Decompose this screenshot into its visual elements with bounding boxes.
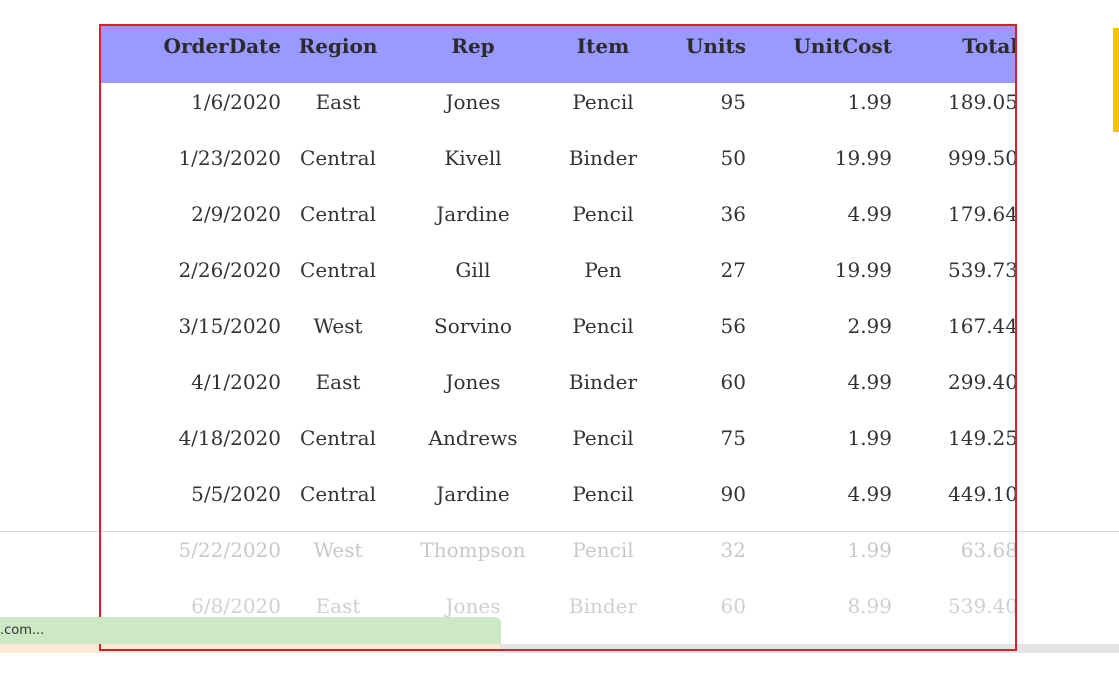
cell-total: 63.68: [960, 538, 1017, 562]
cell-unitcost: 8.99: [847, 594, 892, 618]
cell-total: 539.73: [948, 258, 1017, 282]
cell-rep: Jones: [445, 90, 501, 114]
cell-total: 539.40: [948, 594, 1017, 618]
cell-orderdate: 3/15/2020: [178, 314, 281, 338]
cell-total: 299.40: [948, 370, 1017, 394]
cell-region: Central: [300, 426, 376, 450]
cell-orderdate: 4/18/2020: [178, 426, 281, 450]
column-header-orderdate: OrderDate: [163, 34, 281, 58]
cell-unitcost: 19.99: [834, 258, 892, 282]
cell-units: 27: [720, 258, 746, 282]
cell-unitcost: 19.99: [834, 146, 892, 170]
status-url-text: .com...: [0, 623, 45, 638]
cell-rep: Andrews: [428, 426, 518, 450]
cell-orderdate: 2/9/2020: [191, 202, 281, 226]
cell-region: East: [315, 90, 361, 114]
cell-units: 95: [720, 90, 746, 114]
cell-region: Central: [300, 146, 376, 170]
cell-item: Binder: [568, 370, 638, 394]
cell-total: 999.50: [948, 146, 1017, 170]
cell-total: 179.64: [948, 202, 1017, 226]
cell-orderdate: 1/23/2020: [178, 146, 281, 170]
cell-rep: Thompson: [420, 538, 526, 562]
cell-region: Central: [300, 202, 376, 226]
cell-units: 75: [720, 426, 746, 450]
cell-units: 60: [720, 370, 746, 394]
cell-item: Pencil: [572, 538, 634, 562]
cell-item: Pencil: [572, 90, 634, 114]
cell-region: Central: [300, 482, 376, 506]
data-table: OrderDate Region Rep Item Units UnitCost Total…: [99, 24, 1017, 651]
cell-item: Pencil: [572, 426, 634, 450]
cell-orderdate: 5/22/2020: [178, 538, 281, 562]
cell-unitcost: 1.99: [847, 426, 892, 450]
cell-total: 167.44: [948, 314, 1017, 338]
cell-unitcost: 4.99: [847, 482, 892, 506]
cell-total: 189.05: [948, 90, 1017, 114]
cell-item: Pencil: [572, 482, 634, 506]
cell-units: 56: [720, 314, 746, 338]
column-header-item: Item: [576, 34, 630, 58]
cell-total: 149.25: [948, 426, 1017, 450]
cell-item: Pen: [584, 258, 622, 282]
cell-units: 60: [720, 594, 746, 618]
cell-units: 32: [720, 538, 746, 562]
cell-region: East: [315, 370, 361, 394]
cell-unitcost: 1.99: [847, 538, 892, 562]
cell-unitcost: 4.99: [847, 370, 892, 394]
cell-region: Central: [300, 258, 376, 282]
cell-units: 50: [720, 146, 746, 170]
cell-rep: Jardine: [436, 202, 510, 226]
cell-orderdate: 5/5/2020: [191, 482, 281, 506]
cell-rep: Jones: [445, 370, 501, 394]
cell-unitcost: 1.99: [847, 90, 892, 114]
cell-rep: Gill: [455, 258, 491, 282]
column-header-units: Units: [685, 34, 746, 58]
status-url-bar: .com...: [0, 617, 501, 644]
cell-orderdate: 2/26/2020: [178, 258, 281, 282]
cell-rep: Kivell: [444, 146, 502, 170]
cell-region: West: [313, 314, 363, 338]
cell-orderdate: 1/6/2020: [191, 90, 281, 114]
cell-orderdate: 4/1/2020: [191, 370, 281, 394]
column-header-unitcost: UnitCost: [793, 34, 892, 58]
cell-region: West: [313, 538, 363, 562]
column-header-total: Total: [962, 34, 1017, 58]
cell-item: Binder: [568, 594, 638, 618]
cell-rep: Sorvino: [434, 314, 512, 338]
column-header-region: Region: [298, 34, 378, 58]
cell-units: 90: [720, 482, 746, 506]
cell-item: Pencil: [572, 314, 634, 338]
cell-item: Binder: [568, 146, 638, 170]
cell-item: Pencil: [572, 202, 634, 226]
cell-rep: Jardine: [436, 482, 510, 506]
cell-unitcost: 4.99: [847, 202, 892, 226]
cell-total: 449.10: [948, 482, 1017, 506]
scroll-accent: [1113, 28, 1119, 132]
column-header-rep: Rep: [451, 34, 495, 58]
cell-unitcost: 2.99: [847, 314, 892, 338]
cell-units: 36: [720, 202, 746, 226]
